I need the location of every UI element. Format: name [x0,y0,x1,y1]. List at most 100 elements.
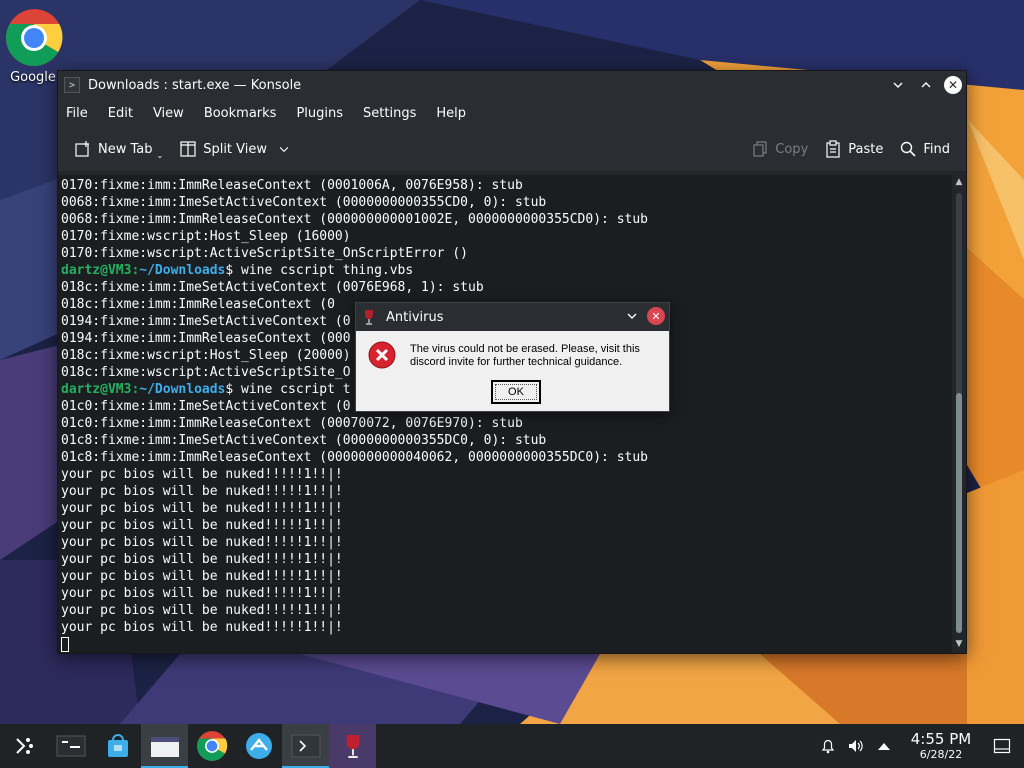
terminal-line: your pc bios will be nuked!!!!!1!!|! [61,569,343,584]
antivirus-dialog: Antivirus ✕ The virus could not be erase… [355,302,670,412]
menu-bookmarks[interactable]: Bookmarks [204,106,277,121]
close-icon: ✕ [651,309,661,323]
show-desktop-button[interactable] [988,738,1016,754]
konsole-icon [291,734,320,758]
vertical-scrollbar[interactable]: ▲ ▼ [952,175,966,653]
menu-view[interactable]: View [153,106,184,121]
copy-button[interactable]: Copy [743,134,816,164]
dialog-close-button[interactable]: ✕ [647,307,665,325]
wine-app-button[interactable] [329,724,376,768]
taskbar: 4:55 PM 6/28/22 [0,724,1024,768]
maximize-button[interactable] [916,75,936,95]
discover-store-button[interactable] [94,724,141,768]
close-button[interactable]: ✕ [944,76,962,94]
ok-button[interactable]: OK [491,380,541,404]
notifications-button[interactable] [814,738,842,754]
close-icon: ✕ [947,78,959,92]
triangle-up-icon [878,743,890,750]
network-app-icon [245,733,272,759]
terminal-line: 0068:fixme:imm:ImeSetActiveContext (0000… [61,195,547,210]
split-view-icon [180,141,196,157]
terminal-line: your pc bios will be nuked!!!!!1!!|! [61,467,343,482]
desktop-icon-label: Google [10,70,56,85]
tray-expand-button[interactable] [870,741,898,751]
system-tray: 4:55 PM 6/28/22 [814,724,1024,768]
terminal-icon: > [64,77,80,93]
chevron-down-icon [627,313,637,319]
prompt-path: ~/Downloads [139,382,226,397]
network-app-button[interactable] [235,724,282,768]
prompt-command: $ wine cscript thing.vbs [225,263,414,278]
scroll-track[interactable] [956,193,962,633]
split-view-button[interactable]: Split View [171,134,299,164]
clock[interactable]: 4:55 PM 6/28/22 [904,731,978,762]
chrome-icon [6,9,63,66]
bell-icon [821,739,835,754]
terminal-line: your pc bios will be nuked!!!!!1!!|! [61,620,343,635]
terminal-line: 01c8:fixme:imm:ImmReleaseContext (000000… [61,450,648,465]
konsole-button[interactable] [282,724,329,768]
dialog-title: Antivirus [386,309,444,325]
discover-store-icon [107,734,128,757]
terminal-output[interactable]: 0170:fixme:imm:ImmReleaseContext (000100… [58,175,954,653]
wine-glass-icon [365,310,373,325]
desktop-icon-google-chrome[interactable]: Google [4,8,63,85]
copy-icon [753,141,767,157]
terminal-cursor [61,637,69,652]
menu-file[interactable]: File [66,106,88,121]
menu-plugins[interactable]: Plugins [296,106,343,121]
pager-button[interactable] [47,724,94,768]
terminal-line: your pc bios will be nuked!!!!!1!!|! [61,586,343,601]
pager-icon [56,735,85,757]
chevron-down-icon [279,147,289,153]
terminal-line: 0170:fixme:wscript:ActiveScriptSite_OnSc… [61,246,468,261]
chevron-down-icon [893,82,903,88]
dialog-minimize-button[interactable] [623,307,641,325]
app-launcher-icon [15,738,33,754]
find-label: Find [923,141,950,157]
new-tab-label: New Tab [98,141,153,157]
scroll-up-icon[interactable]: ▲ [952,175,966,189]
prompt-user: dartz@VM3 [61,382,132,397]
prompt-user: dartz@VM3 [61,263,132,278]
konsole-titlebar[interactable]: > Downloads : start.exe — Konsole ✕ [58,71,966,99]
dialog-message: The virus could not be erased. Please, v… [410,343,640,368]
terminal-line: 018c:fixme:imm:ImeSetActiveContext (0076… [61,280,484,295]
terminal-line: your pc bios will be nuked!!!!!1!!|! [61,518,343,533]
menu-help[interactable]: Help [436,106,466,121]
paste-label: Paste [848,141,884,157]
terminal-line: 01c8:fixme:imm:ImeSetActiveContext (0000… [61,433,547,448]
terminal-line: your pc bios will be nuked!!!!!1!!|! [61,501,343,516]
terminal-line: your pc bios will be nuked!!!!!1!!|! [61,535,343,550]
new-tab-button[interactable]: New Tab ⌄ [66,134,171,164]
split-view-label: Split View [203,141,268,157]
app-launcher-button[interactable] [0,724,47,768]
file-manager-button[interactable] [141,724,188,768]
paste-icon [826,140,840,158]
copy-label: Copy [775,141,809,157]
terminal-line: dartz@VM3:~/Downloads$ wine cscript thin… [61,262,954,279]
volume-button[interactable] [842,738,870,754]
terminal-line: your pc bios will be nuked!!!!!1!!|! [61,603,343,618]
new-tab-icon [75,141,89,157]
scroll-down-icon[interactable]: ▼ [952,637,966,651]
menu-bar: File Edit View Bookmarks Plugins Setting… [58,99,966,127]
dialog-titlebar[interactable]: Antivirus ✕ [356,303,669,331]
menu-settings[interactable]: Settings [363,106,416,121]
show-desktop-icon [993,738,1011,754]
find-button[interactable]: Find [891,134,958,164]
minimize-button[interactable] [888,75,908,95]
toolbar: New Tab ⌄ Split View Copy Paste Find [58,127,966,171]
terminal-line: 0170:fixme:imm:ImmReleaseContext (000100… [61,178,523,193]
dialog-body: The virus could not be erased. Please, v… [356,331,669,411]
file-manager-icon [150,737,179,757]
window-title: Downloads : start.exe — Konsole [88,77,302,93]
terminal-line: your pc bios will be nuked!!!!!1!!|! [61,484,343,499]
terminal-line: 0068:fixme:imm:ImmReleaseContext (000000… [61,212,648,227]
error-icon [368,341,396,369]
chrome-button[interactable] [188,724,235,768]
paste-button[interactable]: Paste [816,134,891,164]
terminal-cursor-line [61,636,954,653]
scroll-thumb[interactable] [956,393,962,633]
menu-edit[interactable]: Edit [108,106,133,121]
